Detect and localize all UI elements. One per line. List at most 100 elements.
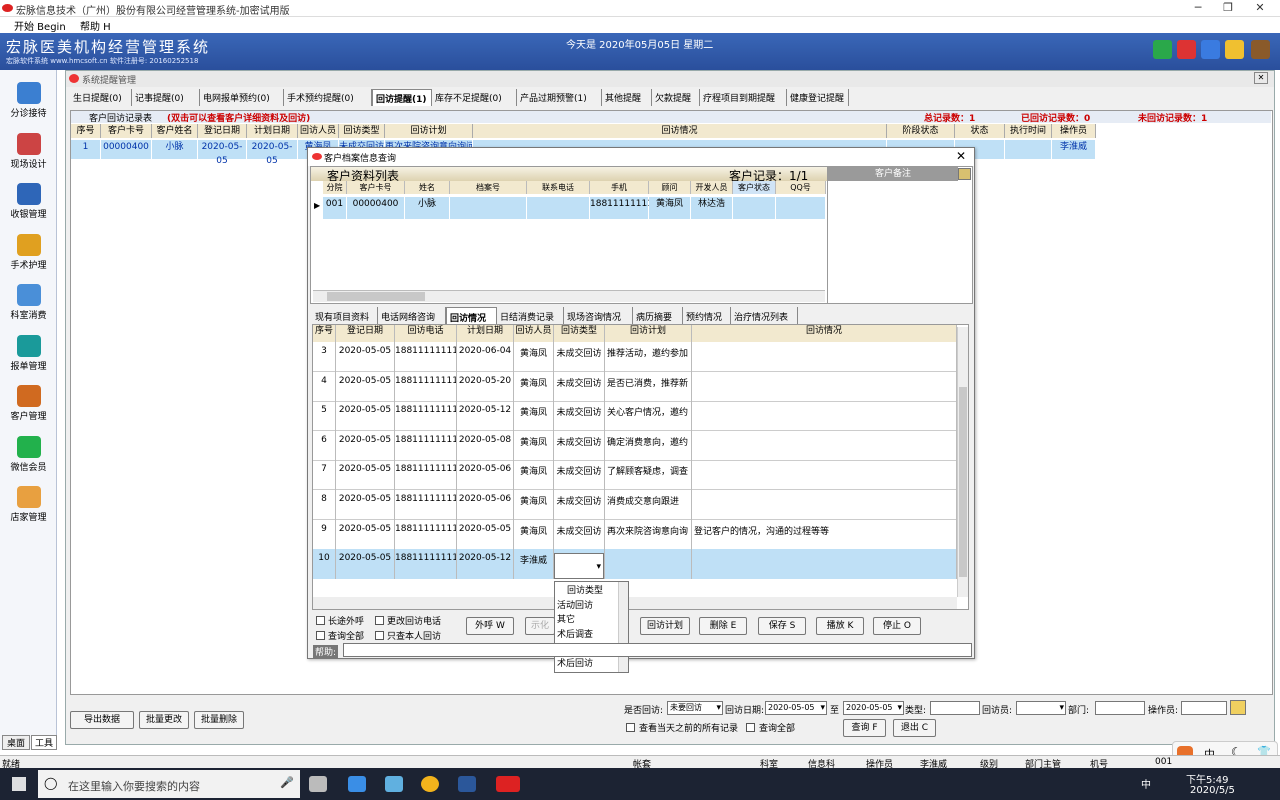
view-prev-checkbox[interactable]	[626, 723, 635, 732]
app2-icon[interactable]	[385, 776, 403, 792]
visit-cell[interactable]	[692, 342, 957, 372]
visit-cell[interactable]: 2020-05-05	[336, 549, 395, 580]
visit-cell[interactable]: 未成交回访	[554, 430, 605, 461]
tab-desk[interactable]: 桌面	[2, 735, 30, 750]
tab-reminder[interactable]: 健康登记提醒	[787, 89, 849, 106]
customer-cell[interactable]	[527, 197, 590, 219]
visit-cell[interactable]: 4	[313, 371, 336, 402]
nav-item[interactable]: 收银管理	[0, 179, 57, 229]
tab-reminder[interactable]: 电网报单预约(0)	[200, 89, 284, 106]
tab-tools[interactable]: 工具	[31, 735, 57, 750]
visit-cell[interactable]: 6	[313, 430, 336, 461]
customer-cell[interactable]: 00000400	[347, 197, 405, 219]
visit-cell[interactable]	[692, 490, 957, 520]
customer-hscroll[interactable]	[313, 290, 825, 302]
tab-reminder[interactable]: 疗程项目到期提醒	[700, 89, 787, 106]
visit-row[interactable]: 3 2020-05-05 18811111111 2020-06-04 黄海凤 未成交回访…	[313, 342, 957, 372]
visit-cell[interactable]	[692, 401, 957, 432]
date-to-input[interactable]: 2020-05-05	[843, 701, 904, 715]
visit-row[interactable]: 4 2020-05-05 18811111111 2020-05-20 黄海凤 未成交回访…	[313, 371, 957, 402]
grid-cell[interactable]	[1005, 140, 1052, 159]
visit-row[interactable]: 7 2020-05-05 18811111111 2020-05-06 黄海凤 未成交回访…	[313, 460, 957, 491]
nav-item[interactable]: 店家管理	[0, 482, 57, 532]
visit-cell[interactable]: 2020-05-06	[457, 460, 514, 491]
visit-cell[interactable]: 2020-05-06	[457, 490, 514, 520]
nav-item[interactable]: 手术护理	[0, 230, 57, 280]
tab-reminder[interactable]: 回访提醒(1)	[372, 89, 432, 106]
date-from-input[interactable]: 2020-05-05	[765, 701, 827, 715]
visit-cell[interactable]: 2020-05-05	[336, 401, 395, 432]
word-icon[interactable]	[458, 776, 476, 792]
tab-reminder[interactable]: 记事提醒(0)	[132, 89, 200, 106]
dialog-button[interactable]: 删除 E	[699, 617, 747, 635]
visit-cell[interactable]: 登记客户的情况，沟通的过程等等	[692, 519, 957, 550]
customer-cell[interactable]: 001	[323, 197, 347, 219]
visit-cell[interactable]: 2020-05-05	[336, 490, 395, 520]
visit-type-combo[interactable]: ▾	[554, 553, 604, 579]
visit-cell[interactable]: 2020-05-20	[457, 371, 514, 402]
grid-cell[interactable]: 李淮威	[1052, 140, 1096, 159]
visit-cell[interactable]: 了解顾客疑虑，调查	[605, 460, 692, 491]
customer-cell[interactable]	[776, 197, 826, 219]
visit-cell[interactable]: 再次来院咨询意向询	[605, 519, 692, 550]
option-checkbox[interactable]	[316, 631, 325, 640]
visit-row[interactable]: 10 2020-05-05 18811111111 2020-05-12 李淮威	[313, 549, 957, 580]
visited-select[interactable]: 未要回访	[667, 701, 723, 715]
grid-cell[interactable]: 1	[71, 140, 101, 159]
folder-icon[interactable]	[1225, 40, 1244, 59]
customer-cell[interactable]: 黄海凤	[649, 197, 691, 219]
exit-button[interactable]: 退出 C	[893, 719, 936, 737]
visit-cell[interactable]: 9	[313, 519, 336, 550]
dialog-tab[interactable]: 现场咨询情况	[564, 307, 633, 324]
visit-cell[interactable]: 黄海凤	[514, 430, 554, 461]
option-checkbox[interactable]	[316, 616, 325, 625]
exit-door-icon[interactable]	[1251, 40, 1270, 59]
dialog-button[interactable]: 播放 K	[816, 617, 864, 635]
pencil-icon[interactable]	[1230, 700, 1246, 715]
nav-item[interactable]: 报单管理	[0, 331, 57, 381]
hscroll-thumb[interactable]	[327, 292, 425, 301]
taskview-icon[interactable]	[309, 776, 327, 792]
batch-change-button[interactable]: 批量更改	[139, 711, 189, 729]
visit-cell[interactable]: 李淮威	[514, 549, 554, 580]
visit-cell[interactable]: 未成交回访	[554, 490, 605, 520]
dialog-button[interactable]: 停止 O	[873, 617, 921, 635]
visit-cell[interactable]: 18811111111	[395, 430, 457, 461]
grid-cell[interactable]: 2020-05-05	[198, 140, 247, 166]
nav-item[interactable]: 现场设计	[0, 129, 57, 179]
visit-cell[interactable]: 黄海凤	[514, 460, 554, 491]
visit-cell[interactable]: 18811111111	[395, 490, 457, 520]
tab-reminder[interactable]: 生日提醒(0)	[70, 89, 132, 106]
dropdown-option[interactable]: 其它	[557, 612, 575, 625]
visit-cell[interactable]: 2020-05-12	[457, 549, 514, 580]
visit-cell[interactable]: 未成交回访	[554, 401, 605, 432]
vscroll-thumb[interactable]	[959, 387, 967, 577]
visit-cell[interactable]: 18811111111	[395, 371, 457, 402]
visit-cell[interactable]: 18811111111	[395, 460, 457, 491]
dialog-tab[interactable]: 现有项目资料	[312, 307, 378, 324]
hmc-icon[interactable]	[496, 776, 520, 792]
visit-cell[interactable]: 是否已消费，推荐新	[605, 371, 692, 402]
view-all-checkbox[interactable]	[746, 723, 755, 732]
menu-help[interactable]: 帮助 H	[80, 18, 111, 33]
visit-cell[interactable]: 2020-05-05	[336, 519, 395, 550]
visit-cell[interactable]: 2020-05-12	[457, 401, 514, 432]
dialog-button[interactable]: 回访计划	[640, 617, 690, 635]
visit-cell[interactable]: 18811111111	[395, 342, 457, 372]
customer-cell[interactable]	[450, 197, 527, 219]
dropdown-option[interactable]: 术后调查	[557, 627, 593, 640]
app1-icon[interactable]	[348, 776, 366, 792]
visit-cell[interactable]: 2020-05-05	[457, 519, 514, 550]
tab-reminder[interactable]: 库存不足提醒(0)	[432, 89, 517, 106]
dialog-tab[interactable]: 治疗情况列表	[731, 307, 798, 324]
phone-icon[interactable]	[1153, 40, 1172, 59]
option-checkbox[interactable]	[375, 616, 384, 625]
customer-cell[interactable]: 林达浩	[691, 197, 733, 219]
visit-cell[interactable]: 18811111111	[395, 401, 457, 432]
nav-item[interactable]: 微信会员	[0, 432, 57, 482]
visit-cell[interactable]: 2020-05-08	[457, 430, 514, 461]
visit-cell[interactable]: 未成交回访	[554, 371, 605, 402]
nav-item[interactable]: 客户管理	[0, 381, 57, 431]
visit-cell[interactable]: 黄海凤	[514, 342, 554, 372]
visit-cell[interactable]: 确定消费意向，邀约	[605, 430, 692, 461]
